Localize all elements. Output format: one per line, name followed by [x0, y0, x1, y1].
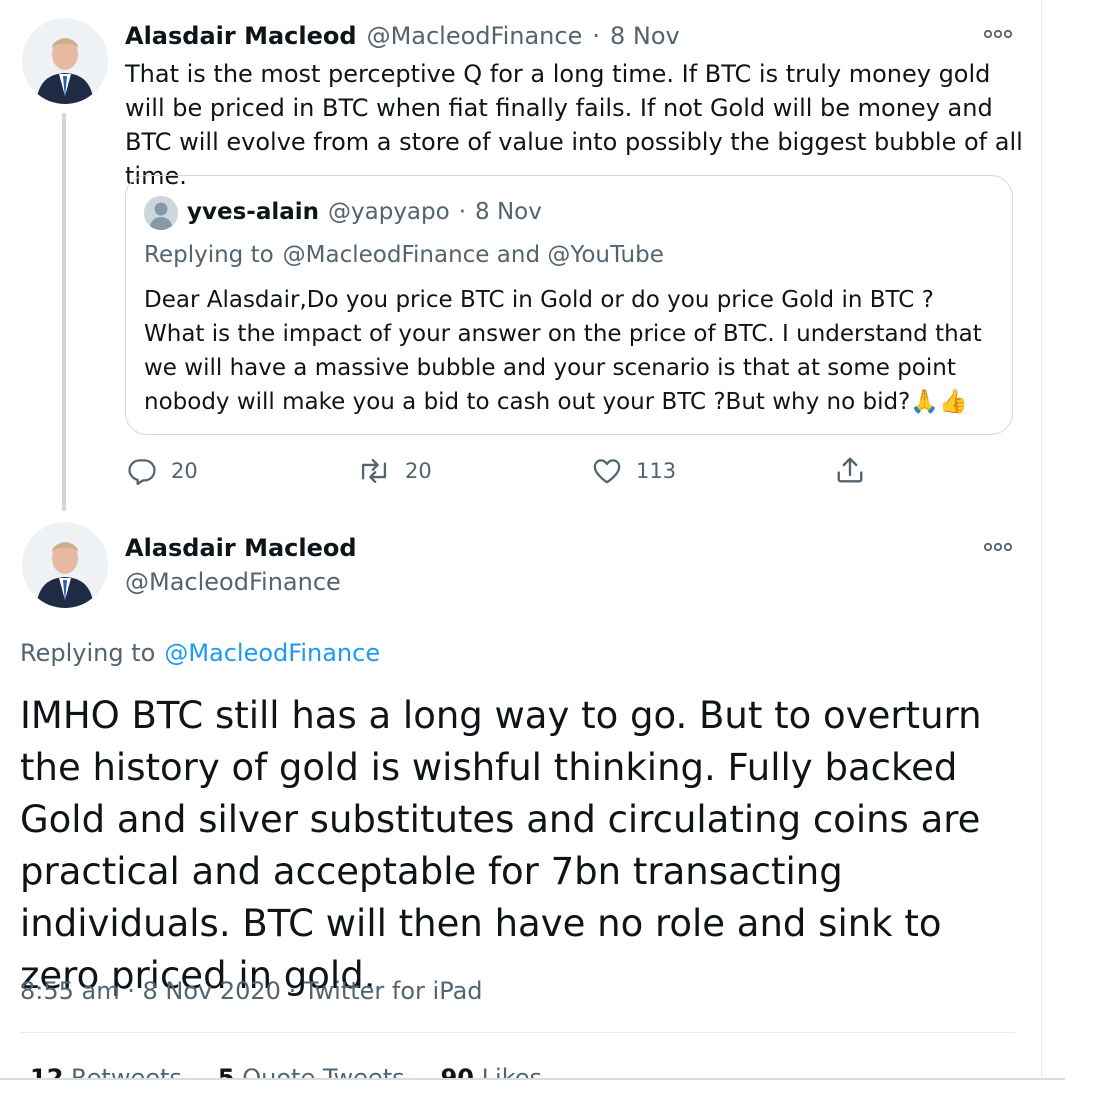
default-avatar-icon [144, 196, 178, 230]
reply-count: 20 [171, 459, 198, 483]
quoted-tweet-header: yves-alain @yapyapo · 8 Nov [187, 199, 542, 225]
more-horizontal-icon [983, 542, 1013, 552]
retweet-icon [361, 458, 387, 484]
author-name[interactable]: Alasdair Macleod [125, 534, 357, 562]
reply-button[interactable]: 20 [127, 456, 198, 486]
separator-dot: · [592, 22, 600, 50]
replying-prefix: Replying to [144, 242, 274, 268]
separator-dot: · [458, 199, 467, 225]
quoted-author-avatar [144, 196, 178, 230]
avatar-image [22, 522, 108, 608]
replying-prefix: Replying to [20, 639, 156, 667]
replying-to: Replying to @MacleodFinance [20, 639, 380, 667]
quoted-author-handle: @yapyapo [328, 199, 450, 225]
share-button[interactable] [835, 455, 865, 485]
reply-icon [128, 459, 156, 485]
tweet-text: That is the most perceptive Q for a long… [125, 60, 1023, 190]
author-name[interactable]: Alasdair Macleod [125, 22, 357, 50]
quoted-tweet-date: 8 Nov [475, 199, 542, 225]
more-options-button[interactable] [983, 26, 1013, 45]
author-avatar[interactable] [22, 522, 108, 608]
viewport-bottom-border [0, 1078, 1065, 1080]
more-horizontal-icon [983, 29, 1013, 39]
timeline-right-border [1041, 0, 1042, 1080]
author-handle[interactable]: @MacleodFinance [125, 568, 341, 596]
share-icon [837, 457, 863, 483]
retweet-count: 20 [405, 459, 432, 483]
tweet-date[interactable]: 8 Nov [610, 22, 680, 50]
author-handle[interactable]: @MacleodFinance [367, 22, 583, 50]
tweet-text: IMHO BTC still has a long way to go. But… [20, 694, 982, 997]
quoted-tweet-text: Dear Alasdair,Do you price BTC in Gold o… [144, 287, 982, 415]
author-avatar[interactable] [22, 18, 108, 104]
heart-icon [593, 459, 621, 484]
tweet-timestamp[interactable]: 8:55 am · 8 Nov 2020 · Twitter for iPad [20, 977, 483, 1005]
divider [20, 1032, 1015, 1033]
tweet-header: Alasdair Macleod @MacleodFinance · 8 Nov [125, 22, 680, 50]
retweet-button[interactable]: 20 [357, 456, 432, 486]
replying-users: @MacleodFinance and @YouTube [282, 242, 664, 268]
like-count: 113 [636, 459, 677, 483]
thread-connector-line [62, 113, 66, 511]
viewport-bottom-edge [0, 1078, 1065, 1100]
quoted-replying-to: Replying to @MacleodFinance and @YouTube [144, 242, 664, 268]
quoted-author-name: yves-alain [187, 199, 320, 225]
like-button[interactable]: 113 [592, 456, 676, 486]
replying-user-link[interactable]: @MacleodFinance [164, 639, 380, 667]
avatar-image [22, 18, 108, 104]
more-options-button[interactable] [983, 539, 1013, 558]
